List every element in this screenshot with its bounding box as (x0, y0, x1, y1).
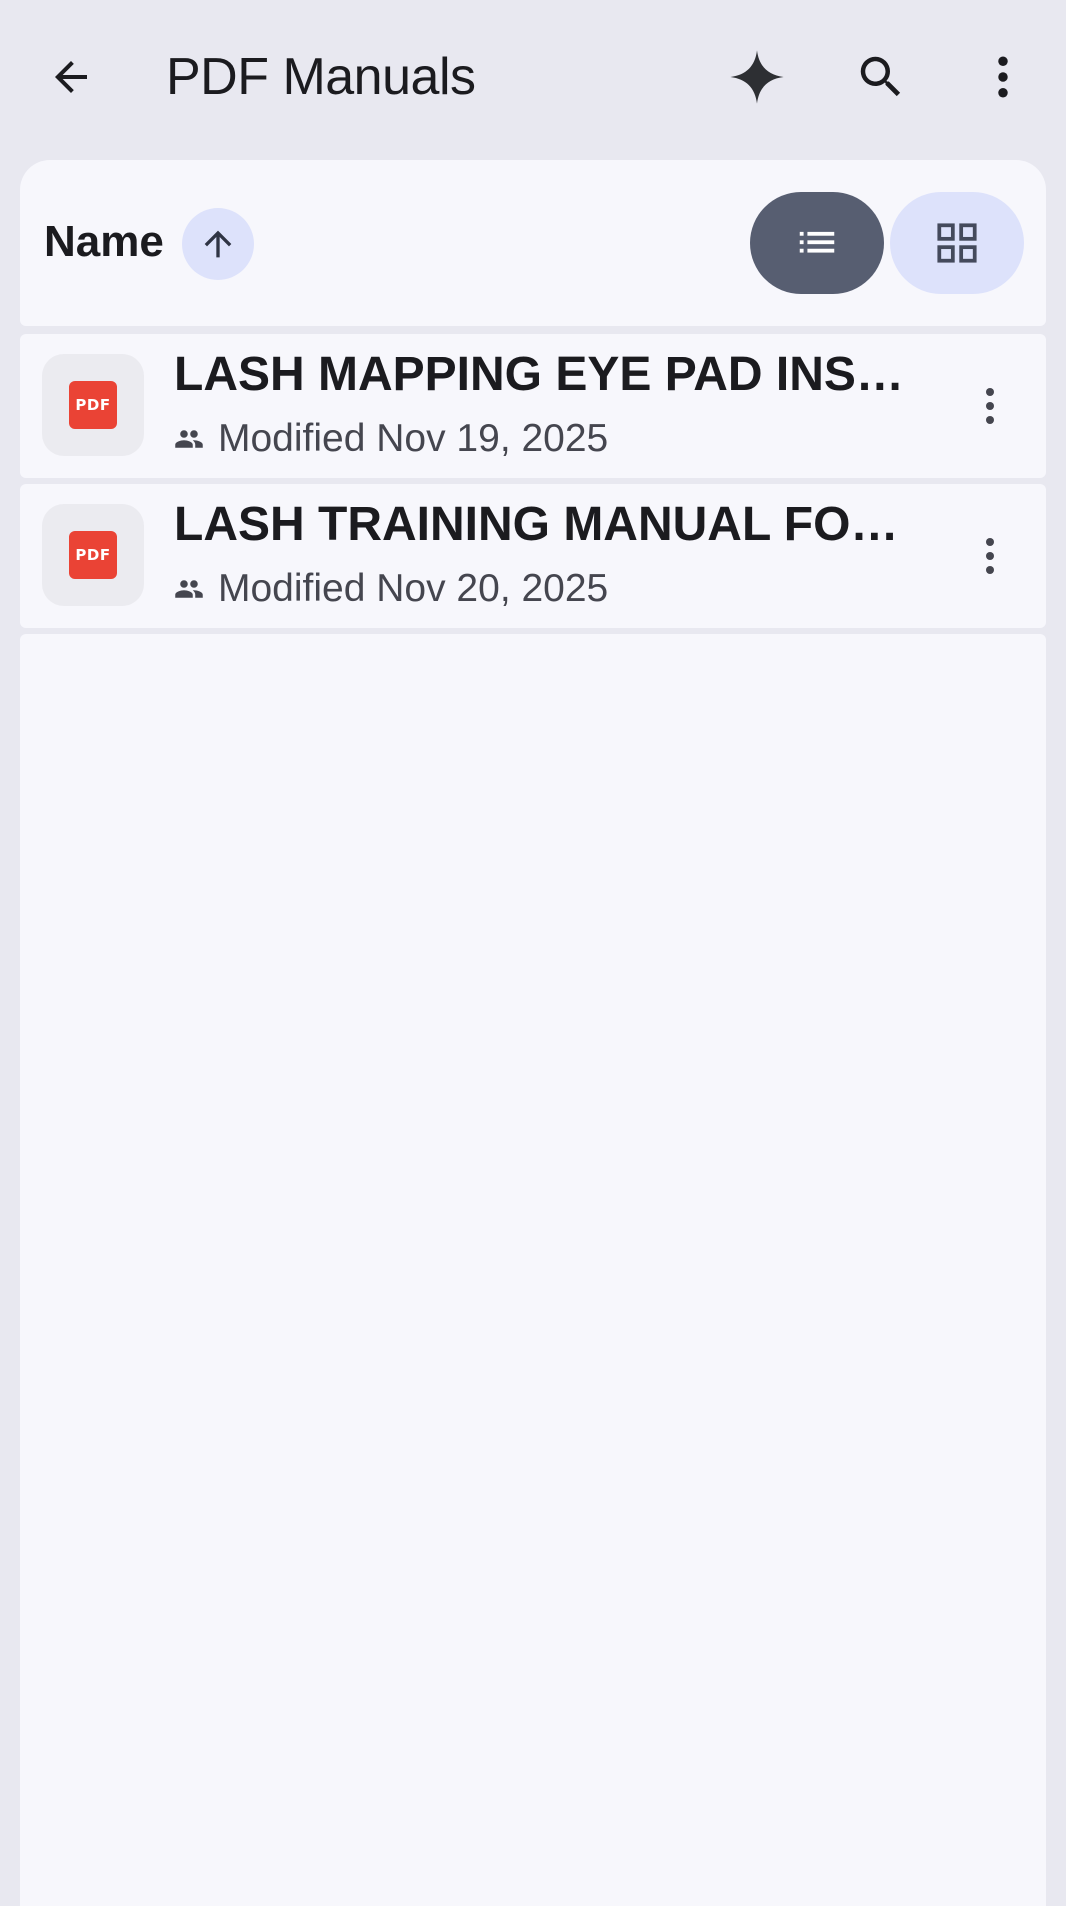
list-view-icon (799, 231, 835, 253)
shared-people-icon (175, 430, 203, 448)
pdf-icon: PDF (69, 531, 117, 579)
search-button[interactable] (846, 46, 916, 108)
list-item[interactable]: PDF LASH TRAINING MANUAL FO… Modified No… (20, 484, 1046, 628)
file-name: LASH MAPPING EYE PAD INS… (174, 348, 904, 401)
sort-direction-button[interactable] (182, 208, 254, 280)
list-view-toggle[interactable] (750, 192, 884, 294)
sort-toolbar: Name (20, 160, 1046, 326)
top-app-bar: PDF Manuals (0, 0, 1066, 160)
sort-by-label[interactable]: Name (44, 217, 164, 267)
grid-view-icon (937, 223, 977, 263)
more-vert-icon (986, 388, 994, 424)
list-item[interactable]: PDF LASH MAPPING EYE PAD INS… Modified N… (20, 334, 1046, 478)
pdf-icon: PDF (69, 381, 117, 429)
file-thumbnail: PDF (42, 354, 144, 456)
grid-view-toggle[interactable] (890, 192, 1024, 294)
empty-list-area (20, 634, 1046, 1906)
more-vert-icon (998, 56, 1008, 98)
file-meta: Modified Nov 19, 2025 (174, 416, 608, 462)
arrow-up-icon (204, 230, 232, 258)
overflow-menu-button[interactable] (968, 46, 1038, 108)
sparkle-icon (730, 50, 784, 104)
ai-assist-button[interactable] (722, 46, 792, 108)
search-icon (860, 56, 901, 97)
page-title: PDF Manuals (166, 48, 476, 106)
shared-people-icon (175, 580, 203, 598)
file-more-button[interactable] (962, 372, 1018, 440)
arrow-left-icon (55, 61, 87, 93)
file-more-button[interactable] (962, 522, 1018, 590)
file-meta: Modified Nov 20, 2025 (174, 566, 608, 612)
file-thumbnail: PDF (42, 504, 144, 606)
file-name: LASH TRAINING MANUAL FO… (174, 498, 899, 551)
back-button[interactable] (40, 46, 102, 108)
modified-date: Modified Nov 20, 2025 (218, 567, 609, 610)
modified-date: Modified Nov 19, 2025 (218, 417, 609, 460)
more-vert-icon (986, 538, 994, 574)
